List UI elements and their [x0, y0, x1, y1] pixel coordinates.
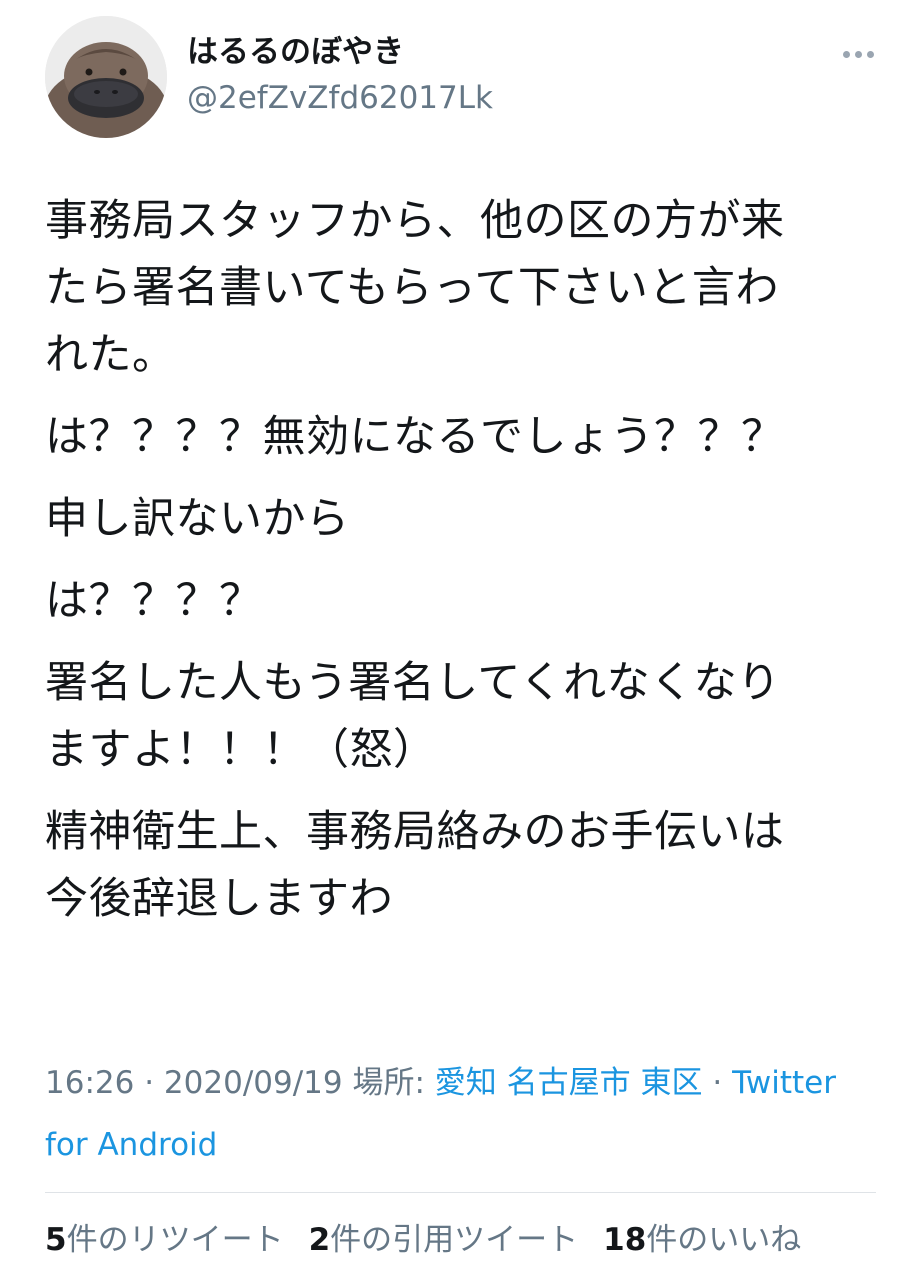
- platypus-avatar-icon: [45, 16, 167, 138]
- source-link-part: Twitter: [732, 1065, 836, 1101]
- tweet-line: は？？？？無効になるでしょう？？？: [45, 412, 785, 462]
- tweet-line: 精神衛生上、事務局絡みのお手伝いは: [45, 807, 785, 857]
- tweet-line: は？？？？: [45, 576, 263, 626]
- tweet-stats: 5件のリツイート 2件の引用ツイート 18件のいいね: [45, 1215, 801, 1265]
- tweet-paragraph: 精神衛生上、事務局絡みのお手伝いは 今後辞退しますわ: [45, 799, 885, 933]
- tweet-line: ますよ！！！（怒）: [45, 725, 437, 775]
- tweet-paragraph: 署名した人もう署名してくれなくなり ますよ！！！（怒）: [45, 650, 885, 784]
- likes-label: 件のいいね: [646, 1222, 802, 1258]
- tweet-line: 署名した人もう署名してくれなくなり: [45, 658, 781, 708]
- retweets-count: 5: [45, 1222, 67, 1258]
- more-options-button[interactable]: [836, 42, 880, 66]
- more-dot: [842, 50, 850, 58]
- tweet-paragraph: は？？？？無効になるでしょう？？？: [45, 404, 885, 471]
- tweet-text: 事務局スタッフから、他の区の方が来 たら署名書いてもらって下さいと言わ れた。 …: [45, 188, 885, 948]
- tweet-line: たら署名書いてもらって下さいと言わ: [45, 263, 779, 313]
- tweet-date[interactable]: 2020/09/19: [164, 1065, 343, 1101]
- tweet-paragraph: は？？？？: [45, 568, 885, 635]
- retweets-label: 件のリツイート: [66, 1222, 284, 1258]
- tweet-paragraph: 事務局スタッフから、他の区の方が来 たら署名書いてもらって下さいと言わ れた。: [45, 188, 885, 389]
- tweet-time[interactable]: 16:26: [45, 1065, 134, 1101]
- divider: [45, 1192, 876, 1193]
- source-link-part: for Android: [45, 1127, 218, 1163]
- avatar[interactable]: [45, 16, 167, 138]
- display-name[interactable]: はるるのぼやき: [187, 32, 404, 72]
- quotes-stat[interactable]: 2件の引用ツイート: [309, 1215, 579, 1265]
- retweets-stat[interactable]: 5件のリツイート: [45, 1215, 284, 1265]
- tweet-line: 事務局スタッフから、他の区の方が来: [45, 196, 785, 246]
- likes-count: 18: [603, 1222, 647, 1258]
- tweet-line: 申し訳ないから: [45, 494, 350, 544]
- meta-separator: ·: [144, 1065, 155, 1101]
- likes-stat[interactable]: 18件のいいね: [603, 1215, 801, 1265]
- more-dot: [854, 50, 862, 58]
- meta-separator: ·: [712, 1065, 723, 1101]
- tweet-paragraph: 申し訳ないから: [45, 486, 885, 553]
- quotes-label: 件の引用ツイート: [330, 1222, 579, 1258]
- location-label: 場所:: [352, 1065, 425, 1101]
- quotes-count: 2: [308, 1222, 331, 1258]
- location-link[interactable]: 愛知 名古屋市 東区: [435, 1065, 703, 1101]
- tweet-line: れた。: [45, 330, 176, 380]
- tweet-detail: はるるのぼやき @2efZvZfd62017Lk 事務局スタッフから、他の区の方…: [0, 0, 921, 1280]
- tweet-line: 今後辞退しますわ: [45, 874, 393, 924]
- user-handle[interactable]: @2efZvZfd62017Lk: [187, 78, 493, 118]
- more-dot: [866, 50, 874, 58]
- tweet-metadata: 16:26 · 2020/09/19 場所: 愛知 名古屋市 東区 · Twit…: [45, 1052, 885, 1176]
